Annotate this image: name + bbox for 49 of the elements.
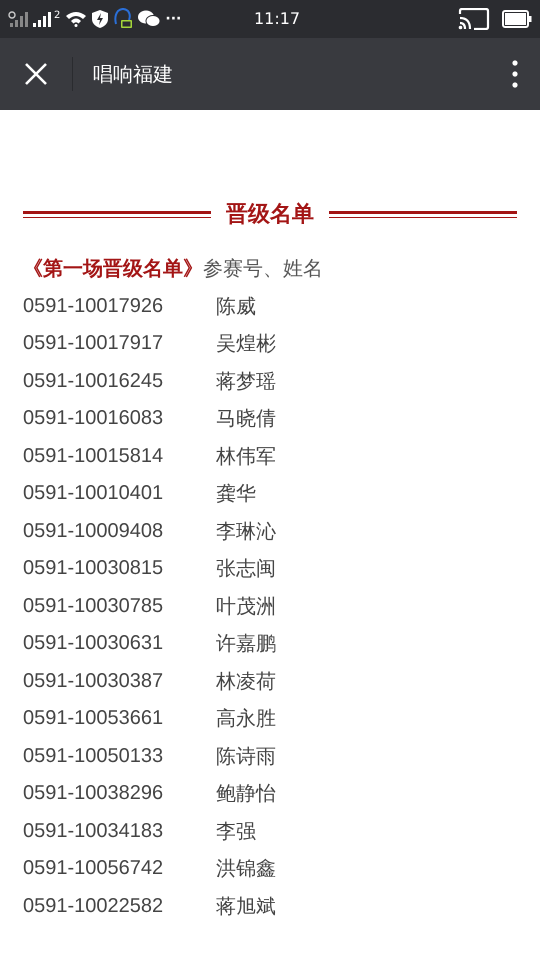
entry-name: 洪锦鑫 bbox=[216, 855, 276, 882]
entry-name: 蒋梦瑶 bbox=[216, 368, 276, 394]
no-signal-icon bbox=[8, 11, 28, 27]
list-title: 《第一场晋级名单》 bbox=[23, 256, 203, 280]
entry-number: 0591-10030785 bbox=[23, 594, 164, 618]
entry-name: 蒋旭斌 bbox=[216, 892, 276, 920]
entry-name: 林凌荷 bbox=[216, 668, 276, 694]
more-icon bbox=[512, 60, 518, 88]
entry-number: 0591-10022582 bbox=[23, 894, 164, 918]
wifi-icon bbox=[65, 11, 88, 27]
entry-number: 0591-10017926 bbox=[23, 294, 164, 318]
entry-number: 0591-10010401 bbox=[23, 481, 164, 506]
entry-number: 0591-10030387 bbox=[23, 668, 164, 694]
entry-name: 张志闽 bbox=[216, 555, 276, 582]
entry-number: 0591-10030815 bbox=[23, 556, 164, 581]
battery-icon bbox=[502, 10, 532, 28]
shield-icon bbox=[92, 10, 108, 28]
entry-name: 许嘉鹏 bbox=[216, 630, 276, 657]
entry-number: 0591-10016083 bbox=[23, 406, 164, 431]
entry-number: 0591-10053661 bbox=[23, 706, 164, 731]
page-title: 唱响福建 bbox=[93, 60, 174, 88]
entry-name: 叶茂洲 bbox=[216, 592, 276, 620]
entry-name: 林伟军 bbox=[216, 442, 276, 470]
entry-name: 高永胜 bbox=[216, 705, 276, 732]
entry-number: 0591-10056742 bbox=[23, 856, 164, 881]
entry-name: 鲍静怡 bbox=[216, 780, 276, 807]
entry-number: 0591-10034183 bbox=[23, 818, 164, 844]
entry-name: 陈威 bbox=[216, 292, 256, 320]
more-notifications: ··· bbox=[165, 11, 182, 27]
clock-time: 11:17 bbox=[254, 9, 300, 28]
entry-number: 0591-10030631 bbox=[23, 631, 164, 656]
entry-number: 0591-10015814 bbox=[23, 444, 164, 468]
entry-number: 0591-10050133 bbox=[23, 744, 164, 768]
sim-label: 2 bbox=[54, 10, 60, 21]
entry-number: 0591-10038296 bbox=[23, 781, 164, 806]
signal-icon bbox=[33, 11, 53, 27]
entry-name: 陈诗雨 bbox=[216, 742, 276, 770]
column-caption: 参赛号、姓名 bbox=[203, 256, 323, 280]
entry-name: 李琳沁 bbox=[216, 518, 276, 544]
close-icon bbox=[24, 62, 48, 86]
entry-name: 龚华 bbox=[216, 480, 256, 507]
entry-number: 0591-10017917 bbox=[23, 331, 164, 356]
entry-number: 0591-10009408 bbox=[23, 518, 164, 544]
section-heading: 晋级名单 bbox=[226, 201, 314, 229]
cast-icon bbox=[458, 8, 490, 30]
entry-name: 李强 bbox=[216, 818, 256, 844]
entry-number: 0591-10016245 bbox=[23, 368, 164, 394]
entry-name: 马晓倩 bbox=[216, 405, 276, 432]
entry-name: 吴煌彬 bbox=[216, 330, 276, 357]
